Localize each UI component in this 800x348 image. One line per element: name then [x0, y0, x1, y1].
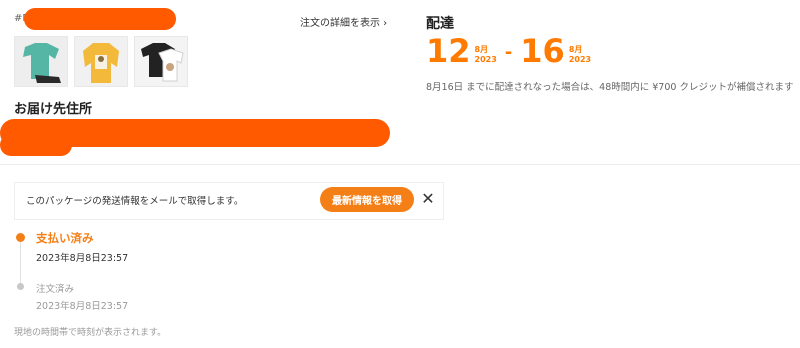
product-thumbnail-yellow-sweater[interactable]: [74, 36, 128, 87]
timeline-step-paid-label: 支払い済み: [36, 231, 94, 245]
delivery-end-year: 2023: [568, 55, 592, 64]
date-range-separator: -: [504, 42, 513, 63]
timezone-note: 現地の時間帯で時刻が表示されます。: [14, 328, 167, 338]
delivery-end-day: 16: [520, 32, 565, 70]
timeline-dot-active: [16, 233, 25, 242]
get-updates-button[interactable]: 最新情報を取得: [320, 187, 414, 212]
delivery-end-month-year: 8月 2023: [569, 45, 591, 65]
shipping-address-title: お届け先住所: [14, 102, 93, 117]
product-thumbnails: [14, 36, 188, 87]
black-white-shirt-image: [135, 37, 187, 86]
delivery-title: 配達: [426, 16, 454, 32]
timeline-line: [20, 240, 21, 286]
view-order-details-link[interactable]: 注文の詳細を表示 ›: [300, 14, 387, 29]
delivery-start-month-year: 8月 2023: [475, 45, 497, 65]
delivery-guarantee-note: 8月16日 までに配達されなった場合は、48時間内に ¥700 クレジットが補償…: [426, 82, 794, 93]
delivery-start-year: 2023: [474, 55, 497, 64]
section-divider: [0, 164, 800, 165]
redacted-order-id: [24, 8, 176, 30]
product-thumbnail-green-shirt[interactable]: [14, 36, 68, 87]
redacted-address-line-2: [0, 134, 72, 156]
shipping-notification-text: このパッケージの発送情報をメールで取得します。: [26, 196, 244, 207]
green-shirt-image: [15, 37, 67, 86]
timeline-step-ordered-time: 2023年8月8日23:57: [36, 301, 129, 312]
delivery-start-month: 8月: [474, 45, 489, 54]
product-thumbnail-black-white-shirt[interactable]: [134, 36, 188, 87]
timeline-step-paid-time: 2023年8月8日23:57: [36, 253, 129, 264]
yellow-sweater-image: [75, 37, 127, 86]
close-icon[interactable]: ✕: [420, 189, 436, 209]
timeline-dot: [17, 283, 24, 290]
timeline-step-ordered-label: 注文済み: [36, 284, 75, 295]
delivery-start-day: 12: [426, 32, 471, 70]
delivery-date-range: 12 8月 2023 - 16 8月 2023: [426, 34, 591, 68]
delivery-end-month: 8月: [568, 45, 583, 54]
